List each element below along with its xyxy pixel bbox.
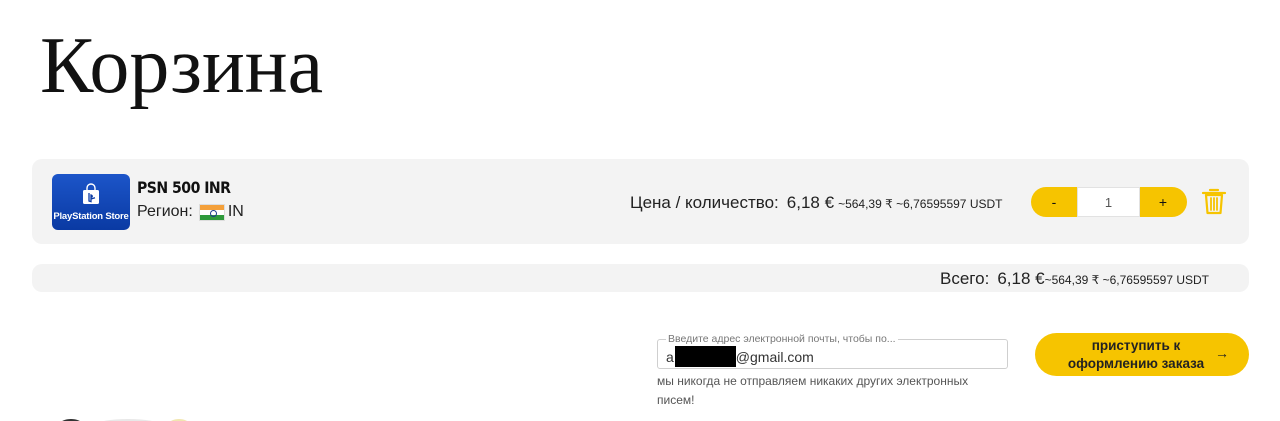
trash-icon[interactable] xyxy=(1201,187,1227,215)
region-code: IN xyxy=(227,203,244,220)
arrow-right-icon: → xyxy=(1215,345,1229,361)
total-eur: 6,18 € xyxy=(997,269,1045,288)
region-row: Регион: IN xyxy=(137,203,244,221)
footer-logo-partial xyxy=(60,416,220,421)
page-title: Корзина xyxy=(40,22,324,110)
redaction-box xyxy=(674,346,736,367)
playstation-store-logo: PlayStation Store xyxy=(52,174,130,230)
total-bar: Всего: 6,18 € ~564,39 ₹ ~6,76595597 USDT xyxy=(32,264,1249,292)
price-line: Цена / количество: 6,18 € ~564,39 ₹ ~6,7… xyxy=(630,193,1002,213)
price-label: Цена / количество: xyxy=(630,193,779,212)
checkout-button-label: приступить к оформлению заказа xyxy=(1067,338,1205,371)
email-note: мы никогда не отправляем никаких других … xyxy=(657,374,969,407)
email-field[interactable]: Введите адрес электронной почты, чтобы п… xyxy=(657,333,1008,369)
region-label: Регион: xyxy=(137,203,193,220)
quantity-stepper: - + xyxy=(1031,187,1187,217)
email-label: Введите адрес электронной почты, чтобы п… xyxy=(666,333,898,345)
price-eur: 6,18 € xyxy=(786,193,835,212)
email-value[interactable]: a @gmail.com xyxy=(666,346,814,367)
total-label: Всего: xyxy=(940,269,990,288)
total-alt: ~564,39 ₹ ~6,76595597 USDT xyxy=(1044,273,1209,287)
product-name[interactable]: PSN 500 INR xyxy=(137,178,231,197)
checkout-button[interactable]: приступить к оформлению заказа → xyxy=(1035,333,1249,376)
total-line: Всего: 6,18 € ~564,39 ₹ ~6,76595597 USDT xyxy=(940,269,1209,289)
price-alt: ~564,39 ₹ ~6,76595597 USDT xyxy=(838,197,1003,211)
email-value-suffix: @gmail.com xyxy=(735,348,814,365)
india-flag-icon xyxy=(198,203,225,221)
decrement-button[interactable]: - xyxy=(1031,187,1077,217)
cart-item: PlayStation Store PSN 500 INR Регион: IN… xyxy=(32,159,1249,244)
quantity-input[interactable] xyxy=(1077,187,1140,217)
email-value-prefix: a xyxy=(666,348,674,365)
playstation-bag-icon xyxy=(83,183,99,204)
logo-text: PlayStation Store xyxy=(53,211,129,222)
increment-button[interactable]: + xyxy=(1140,187,1186,217)
